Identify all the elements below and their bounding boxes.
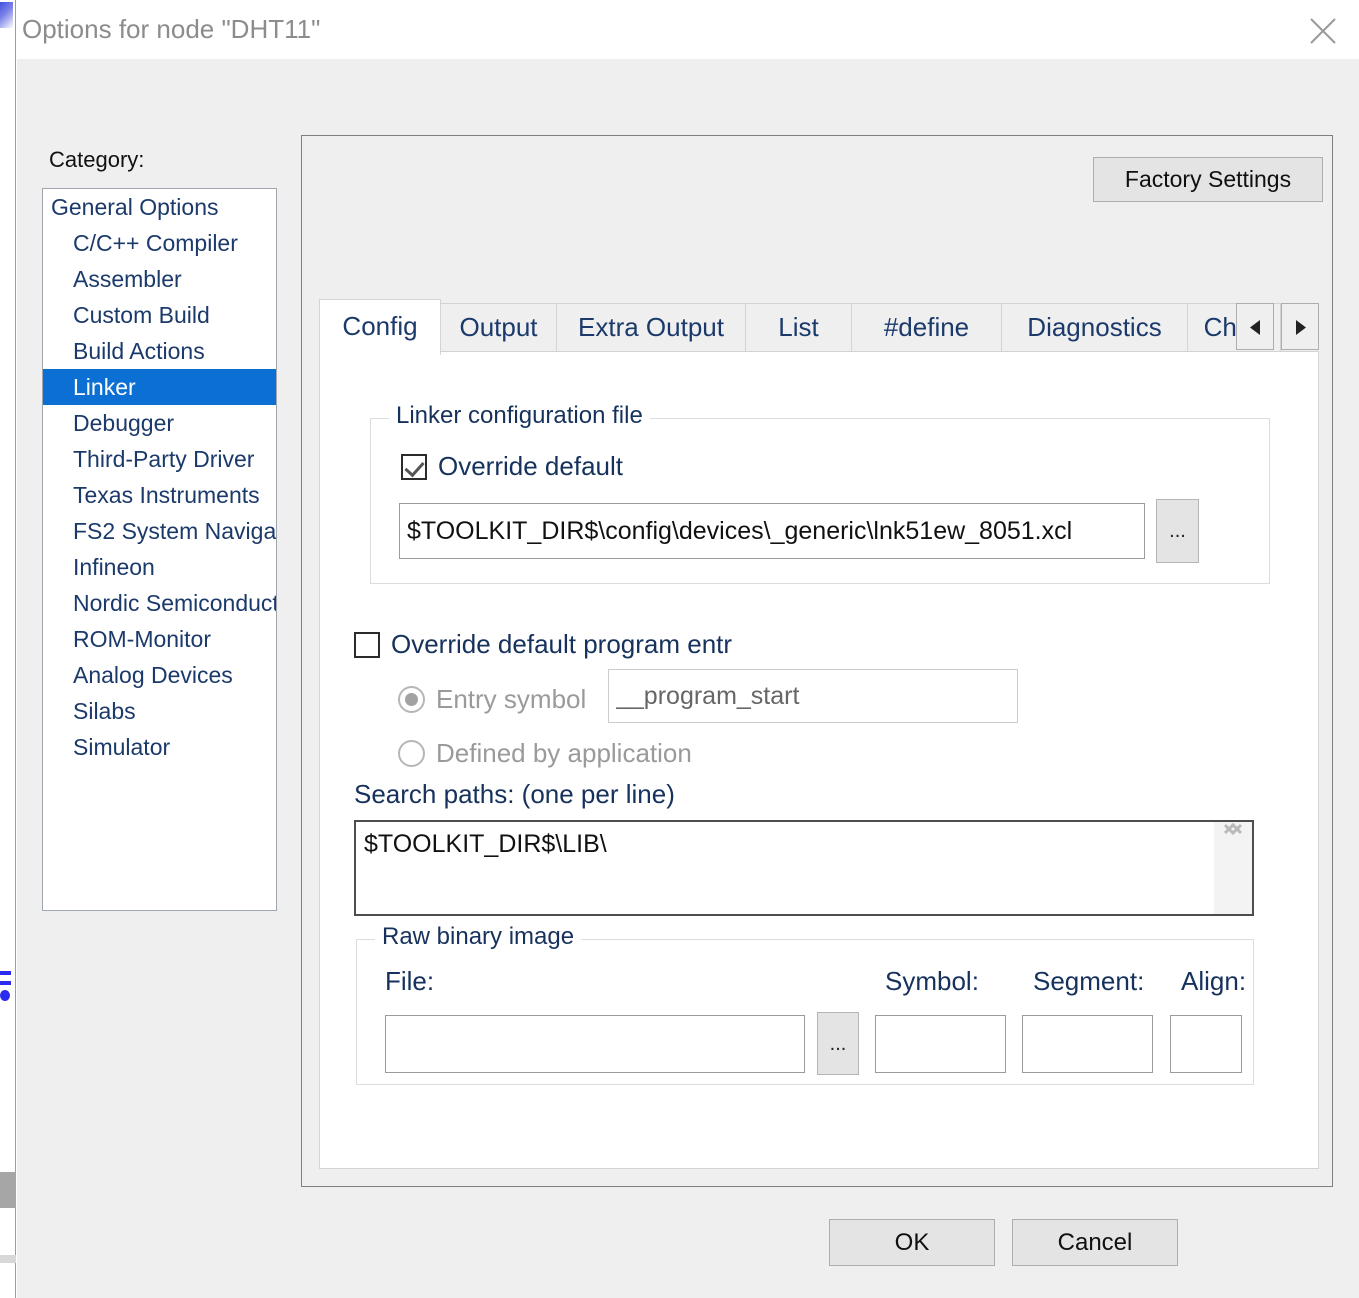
background-artifact-gray-block-2	[0, 1255, 16, 1263]
entry-symbol-radio[interactable]	[398, 686, 425, 713]
linker-config-path-input[interactable]	[399, 503, 1145, 559]
tab-content-config: Linker configuration file Override defau…	[319, 351, 1319, 1169]
linker-config-group-title: Linker configuration file	[389, 402, 650, 430]
search-paths-box[interactable]	[354, 820, 1254, 916]
category-item-assembler[interactable]: Assembler	[43, 261, 276, 297]
override-program-entry-checkbox-row[interactable]: Override default program entr	[354, 629, 732, 660]
defined-by-application-label: Defined by application	[436, 738, 692, 768]
close-button[interactable]	[1287, 0, 1359, 58]
category-item-texas-instruments[interactable]: Texas Instruments	[43, 477, 276, 513]
category-label: Category:	[49, 147, 145, 172]
tab-extra-output[interactable]: Extra Output	[556, 303, 746, 351]
ellipsis-icon: ...	[829, 1032, 847, 1055]
raw-file-browse-button[interactable]: ...	[817, 1012, 859, 1075]
search-paths-scrollbar[interactable]	[1214, 822, 1252, 914]
category-item-analog-devices[interactable]: Analog Devices	[43, 657, 276, 693]
search-paths-label: Search paths: (one per line)	[354, 779, 675, 809]
raw-align-input[interactable]	[1170, 1015, 1242, 1073]
raw-file-input[interactable]	[385, 1015, 805, 1073]
override-default-label: Override default	[438, 451, 623, 481]
override-default-checkbox-row[interactable]: Override default	[401, 451, 623, 482]
raw-binary-image-group-title: Raw binary image	[375, 923, 582, 951]
tab-output[interactable]: Output	[440, 303, 557, 351]
entry-symbol-label: Entry symbol	[436, 684, 587, 714]
entry-symbol-radio-row[interactable]: Entry symbol	[398, 684, 586, 715]
search-paths-textarea[interactable]	[356, 822, 1212, 914]
category-item-third-party-driver[interactable]: Third-Party Driver	[43, 441, 276, 477]
options-dialog: Options for node "DHT11" Category: Gener…	[17, 0, 1359, 1298]
background-artifact-top	[0, 2, 13, 28]
category-item-rom-monitor[interactable]: ROM-Monitor	[43, 621, 276, 657]
category-item-general-options[interactable]: General Options	[43, 189, 276, 225]
defined-by-application-radio-row[interactable]: Defined by application	[398, 738, 692, 769]
category-list[interactable]: General Options C/C++ Compiler Assembler…	[42, 188, 277, 911]
override-program-entry-label: Override default program entr	[391, 629, 733, 659]
category-item-build-actions[interactable]: Build Actions	[43, 333, 276, 369]
background-window-strip	[0, 0, 16, 1298]
linker-config-browse-button[interactable]: ...	[1156, 499, 1199, 563]
background-artifact-blue-dot	[0, 990, 10, 1001]
category-item-nordic-semiconductor[interactable]: Nordic Semiconductor	[43, 585, 276, 621]
category-item-debugger[interactable]: Debugger	[43, 405, 276, 441]
raw-file-label: File:	[385, 966, 435, 996]
override-program-entry-checkbox[interactable]	[354, 631, 380, 658]
raw-align-label: Align:	[1181, 966, 1247, 996]
tab-scroll-left-button[interactable]	[1236, 303, 1274, 350]
category-item-fs2-system-navigator[interactable]: FS2 System Navigator	[43, 513, 276, 549]
background-artifact-blue-line-1	[0, 971, 11, 975]
tab-config[interactable]: Config	[319, 299, 441, 355]
raw-symbol-label: Symbol:	[885, 966, 979, 996]
category-item-c-cpp-compiler[interactable]: C/C++ Compiler	[43, 225, 276, 261]
raw-symbol-input[interactable]	[875, 1015, 1006, 1073]
category-item-custom-build[interactable]: Custom Build	[43, 297, 276, 333]
dialog-titlebar: Options for node "DHT11"	[17, 0, 1359, 59]
category-item-simulator[interactable]: Simulator	[43, 729, 276, 765]
tab-define[interactable]: #define	[851, 303, 1002, 351]
tab-strip: Config Output Extra Output List #define …	[319, 299, 1319, 355]
dialog-title: Options for node "DHT11"	[22, 14, 321, 44]
override-default-checkbox[interactable]	[401, 453, 427, 480]
category-item-infineon[interactable]: Infineon	[43, 549, 276, 585]
category-item-silabs[interactable]: Silabs	[43, 693, 276, 729]
factory-settings-button[interactable]: Factory Settings	[1093, 157, 1323, 202]
ellipsis-icon: ...	[1169, 520, 1186, 542]
category-item-linker[interactable]: Linker	[43, 369, 276, 405]
entry-symbol-input[interactable]	[608, 669, 1018, 723]
background-artifact-gray-block	[0, 1172, 16, 1208]
tab-list[interactable]: List	[745, 303, 852, 351]
cancel-button[interactable]: Cancel	[1012, 1219, 1178, 1266]
defined-by-application-radio[interactable]	[398, 740, 425, 767]
raw-binary-image-group: Raw binary image File: ... Symbol: Segme…	[356, 923, 1254, 1085]
ok-button[interactable]: OK	[829, 1219, 995, 1266]
tab-diagnostics[interactable]: Diagnostics	[1001, 303, 1188, 351]
raw-segment-input[interactable]	[1022, 1015, 1153, 1073]
background-artifact-blue-line-2	[0, 981, 11, 985]
options-panel: Factory Settings Config Output Extra Out…	[301, 135, 1333, 1187]
raw-segment-label: Segment:	[1033, 966, 1145, 996]
tab-scroll-right-button[interactable]	[1281, 303, 1319, 350]
linker-config-group: Linker configuration file Override defau…	[370, 402, 1270, 584]
